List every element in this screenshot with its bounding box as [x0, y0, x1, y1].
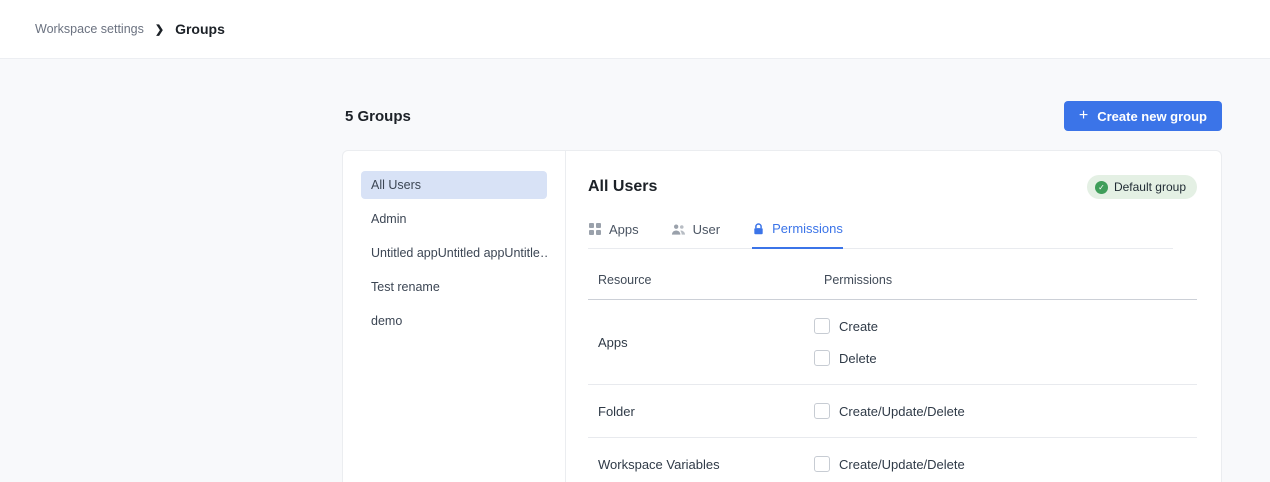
main: 5 Groups + Create new group All Users Ad… — [0, 59, 1270, 482]
top-header: Workspace settings ❯ Groups — [0, 0, 1270, 59]
tab-user[interactable]: User — [671, 221, 720, 248]
permission-label: Create — [839, 319, 878, 334]
plus-icon: + — [1079, 108, 1088, 124]
group-title: All Users — [588, 178, 657, 196]
workspace-variables-create-update-delete-checkbox[interactable] — [814, 456, 830, 472]
table-header: Resource Permissions — [588, 273, 1197, 300]
breadcrumb-workspace-settings[interactable]: Workspace settings — [35, 22, 144, 36]
create-new-group-button[interactable]: + Create new group — [1064, 101, 1222, 131]
detail-header: All Users ✓ Default group — [588, 175, 1197, 199]
sidebar-item-all-users[interactable]: All Users — [361, 171, 547, 199]
permissions-column-header: Permissions — [814, 273, 1197, 287]
default-group-badge: ✓ Default group — [1087, 175, 1197, 199]
apps-create-checkbox[interactable] — [814, 318, 830, 334]
group-detail: All Users ✓ Default group Apps — [566, 151, 1221, 482]
table-row-apps: Apps Create Delete — [588, 300, 1197, 385]
groups-panel: All Users Admin Untitled appUntitled app… — [342, 150, 1222, 482]
groups-count: 5 Groups — [345, 108, 411, 125]
sidebar-item-test-rename[interactable]: Test rename — [361, 273, 547, 301]
lock-icon — [752, 222, 765, 236]
permission-label: Delete — [839, 351, 877, 366]
folder-create-update-delete-checkbox[interactable] — [814, 403, 830, 419]
table-row-workspace-variables: Workspace Variables Create/Update/Delete — [588, 438, 1197, 482]
tab-apps-label: Apps — [609, 222, 639, 237]
sidebar-item-untitled-app[interactable]: Untitled appUntitled appUntitle… — [361, 239, 547, 267]
apps-delete-checkbox[interactable] — [814, 350, 830, 366]
table-row-folder: Folder Create/Update/Delete — [588, 385, 1197, 438]
chevron-right-icon: ❯ — [155, 23, 164, 36]
users-icon — [671, 223, 686, 236]
resource-label: Workspace Variables — [588, 457, 814, 472]
sidebar-item-admin[interactable]: Admin — [361, 205, 547, 233]
permission-option: Create/Update/Delete — [814, 450, 1197, 478]
tab-apps[interactable]: Apps — [588, 221, 639, 248]
permission-option: Delete — [814, 344, 1197, 372]
resource-label: Folder — [588, 404, 814, 419]
permission-label: Create/Update/Delete — [839, 404, 965, 419]
permission-label: Create/Update/Delete — [839, 457, 965, 472]
groups-sidebar: All Users Admin Untitled appUntitled app… — [343, 151, 566, 482]
resource-label: Apps — [588, 335, 814, 350]
permission-option: Create/Update/Delete — [814, 397, 1197, 425]
breadcrumb-current-groups: Groups — [175, 21, 225, 37]
tab-permissions-label: Permissions — [772, 221, 843, 236]
create-new-group-label: Create new group — [1097, 109, 1207, 124]
default-group-badge-label: Default group — [1114, 180, 1186, 194]
sidebar-item-demo[interactable]: demo — [361, 307, 547, 335]
check-circle-icon: ✓ — [1095, 181, 1108, 194]
tab-bar: Apps User — [588, 221, 1173, 249]
grid-icon — [588, 222, 602, 236]
tab-permissions[interactable]: Permissions — [752, 221, 843, 249]
permissions-table: Resource Permissions Apps Create Delete — [588, 273, 1197, 482]
toolbar: 5 Groups + Create new group — [345, 101, 1222, 131]
tab-user-label: User — [693, 222, 720, 237]
permission-option: Create — [814, 312, 1197, 340]
resource-column-header: Resource — [588, 273, 814, 287]
